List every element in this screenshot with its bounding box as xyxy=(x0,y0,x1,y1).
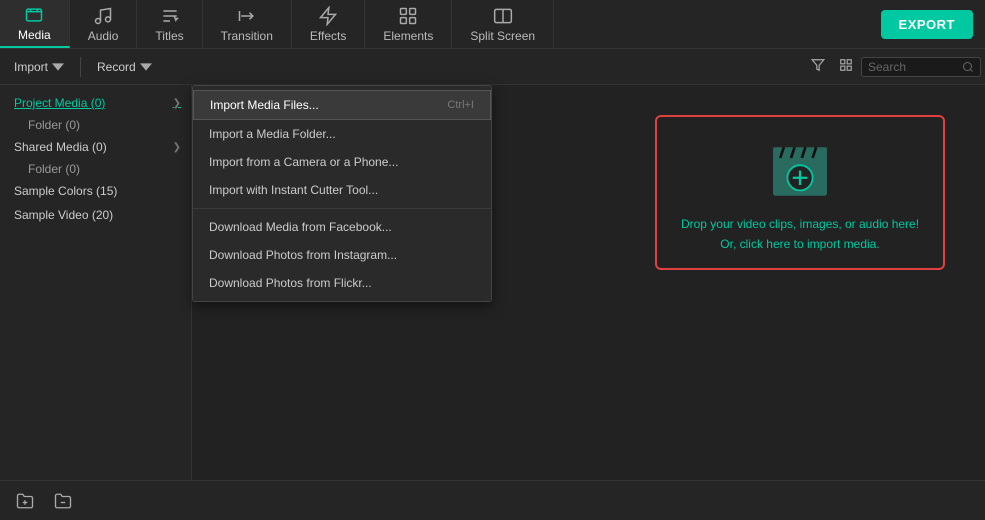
drop-zone-text: Drop your video clips, images, or audio … xyxy=(681,215,919,253)
nav-transition[interactable]: Transition xyxy=(203,0,292,48)
bottom-toolbar xyxy=(0,480,985,520)
chevron-right-icon: ❯ xyxy=(173,142,181,153)
dropdown-item-import-instant[interactable]: Import with Instant Cutter Tool... xyxy=(193,176,491,204)
dropdown-item-facebook[interactable]: Download Media from Facebook... xyxy=(193,213,491,241)
sidebar-item-sample-video[interactable]: Sample Video (20) xyxy=(0,203,191,227)
main-content: Project Media (0) ❯ Folder (0) Shared Me… xyxy=(0,85,985,480)
dropdown-separator xyxy=(193,208,491,209)
dropdown-item-import-files[interactable]: Import Media Files... Ctrl+I xyxy=(193,90,491,120)
search-icon xyxy=(962,61,974,73)
import-dropdown-menu: Import Media Files... Ctrl+I Import a Me… xyxy=(192,85,492,302)
search-box xyxy=(861,57,981,77)
sidebar-item-shared-media[interactable]: Shared Media (0) ❯ xyxy=(0,135,191,159)
nav-audio[interactable]: Audio xyxy=(70,0,138,48)
export-button[interactable]: EXPORT xyxy=(881,10,973,39)
clapperboard-icon xyxy=(764,131,836,203)
import-button[interactable]: Import xyxy=(4,56,74,78)
chevron-down-icon: ❯ xyxy=(173,98,181,109)
sidebar-item-folder-0[interactable]: Folder (0) xyxy=(0,115,191,135)
search-input[interactable] xyxy=(868,60,958,74)
record-button[interactable]: Record xyxy=(87,56,162,78)
dropdown-item-flickr[interactable]: Download Photos from Flickr... xyxy=(193,269,491,297)
dropdown-item-import-folder[interactable]: Import a Media Folder... xyxy=(193,120,491,148)
sidebar-item-project-media[interactable]: Project Media (0) ❯ xyxy=(0,91,191,115)
import-area: Import Media Files... Ctrl+I Import a Me… xyxy=(192,85,985,480)
toolbar-divider-1 xyxy=(80,57,81,77)
sidebar: Project Media (0) ❯ Folder (0) Shared Me… xyxy=(0,85,192,480)
filter-icon-button[interactable] xyxy=(805,54,831,79)
grid-view-button[interactable] xyxy=(833,54,859,79)
drop-zone[interactable]: Drop your video clips, images, or audio … xyxy=(655,115,945,270)
top-nav: Media Audio Titles Transition Effects xyxy=(0,0,985,49)
dropdown-item-import-camera[interactable]: Import from a Camera or a Phone... xyxy=(193,148,491,176)
delete-folder-button[interactable] xyxy=(48,488,78,514)
dropdown-item-instagram[interactable]: Download Photos from Instagram... xyxy=(193,241,491,269)
nav-splitscreen[interactable]: Split Screen xyxy=(452,0,554,48)
nav-media[interactable]: Media xyxy=(0,0,70,48)
nav-titles[interactable]: Titles xyxy=(137,0,202,48)
nav-elements[interactable]: Elements xyxy=(365,0,452,48)
toolbar-row: Import Record xyxy=(0,49,985,85)
sidebar-item-sample-colors[interactable]: Sample Colors (15) xyxy=(0,179,191,203)
sidebar-item-folder-1[interactable]: Folder (0) xyxy=(0,159,191,179)
nav-effects[interactable]: Effects xyxy=(292,0,365,48)
add-folder-button[interactable] xyxy=(10,488,40,514)
